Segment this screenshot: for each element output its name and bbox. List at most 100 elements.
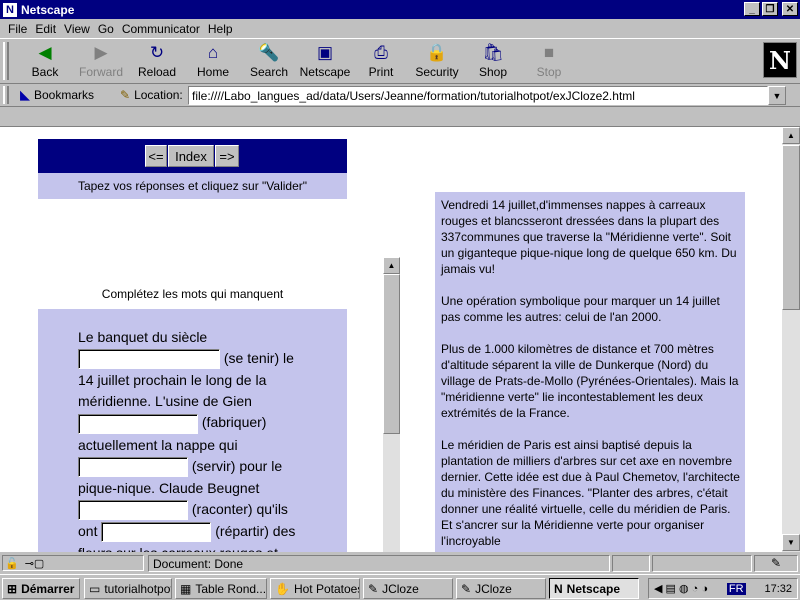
cloze-exercise: Le banquet du siècle (se tenir) le 14 ju… <box>38 309 347 552</box>
gap-input-2[interactable] <box>78 413 198 434</box>
taskbar-item[interactable]: N Netscape <box>549 578 639 599</box>
security-lock-icon[interactable]: 🔓 <box>5 557 19 570</box>
windows-logo-icon: ⊞ <box>7 581 18 596</box>
page-scrollbar[interactable]: ▲ ▼ <box>782 127 800 552</box>
gap-input-5[interactable] <box>101 522 212 543</box>
taskbar-item-label: JCloze <box>475 581 512 596</box>
back-arrow-icon: ◀ <box>38 43 52 62</box>
url-dropdown-button[interactable]: ▼ <box>768 86 786 105</box>
toolbar-grip[interactable] <box>3 42 9 80</box>
previous-button[interactable]: <= <box>145 145 167 167</box>
toolbar-button-label: Back <box>31 65 59 79</box>
scroll-up-button[interactable]: ▲ <box>782 127 800 144</box>
menu-bar: File Edit View Go Communicator Help <box>0 19 800 38</box>
navigation-toolbar: ◀ Back ▶ Forward ↻ Reload ⌂ Home 🔦 Search ▣ Netscap… <box>0 38 800 84</box>
reading-paragraph: Le méridien de Paris est ainsi baptisé d… <box>441 438 740 548</box>
clock: 17:32 <box>764 582 792 595</box>
scroll-down-button[interactable]: ▼ <box>782 534 800 551</box>
status-icons: 🔓 ⊸▢ <box>2 555 144 571</box>
scroll-thumb[interactable] <box>782 145 800 310</box>
toolbar-button-label: Netscape <box>299 65 351 79</box>
lock-icon: 🔒 <box>426 43 448 62</box>
taskbar-item[interactable]: ✎ JCloze <box>363 578 453 599</box>
edit-icon[interactable]: ✎ <box>754 555 798 572</box>
maximize-button[interactable]: ❐ <box>762 2 778 16</box>
close-button[interactable]: ✕ <box>782 2 798 16</box>
print-icon: ⎙ <box>374 43 388 62</box>
system-tray: ◀ ▤ ◍ ◔ ◑ FR 17:32 <box>648 578 798 599</box>
start-label: Démarrer <box>21 581 75 596</box>
taskbar-item-label: Hot Potatoes <box>293 581 360 596</box>
windows-taskbar: ⊞ Démarrer ▭ tutorialhotpot ▦ Table Rond...… <box>0 574 800 600</box>
location-toolbar: ◣ Bookmarks ✎ Location: file:////Labo_la… <box>0 84 800 107</box>
url-field[interactable]: file:////Labo_langues_ad/data/Users/Jean… <box>188 86 768 105</box>
hotpotatoes-icon: ✋ <box>275 581 290 596</box>
title-bar: N Netscape _ ❐ ✕ <box>0 0 800 19</box>
page-proxy-icon[interactable]: ✎ <box>120 88 130 102</box>
bookmarks-label: Bookmarks <box>34 88 95 102</box>
next-button[interactable]: => <box>215 145 239 167</box>
netscape-icon: ▣ <box>316 43 334 62</box>
print-button[interactable]: ⎙ Print <box>354 43 408 81</box>
page-content: <= Index => Tapez vos réponses et clique… <box>0 127 782 552</box>
arrow-up-icon: ▲ <box>787 131 795 140</box>
toolbar-button-label: Stop <box>536 65 562 79</box>
bookmarks-button[interactable]: ◣ Bookmarks <box>20 87 94 103</box>
menu-go[interactable]: Go <box>94 22 118 36</box>
reading-paragraph: Plus de 1.000 kilomètres de distance et … <box>441 342 739 420</box>
exercise-scrollbar[interactable]: ▲ <box>383 257 400 552</box>
menu-file[interactable]: File <box>4 22 31 36</box>
toolbar-button-label: Shop <box>478 65 508 79</box>
exercise-nav-header: <= Index => <box>38 139 347 173</box>
shop-button[interactable]: 🛍 Shop <box>466 43 520 81</box>
stop-button[interactable]: ■ Stop <box>522 43 576 81</box>
status-text: Document: Done <box>148 555 610 572</box>
folder-icon: ▭ <box>89 581 101 596</box>
component-bar[interactable] <box>652 555 752 572</box>
security-button[interactable]: 🔒 Security <box>410 43 464 81</box>
index-button[interactable]: Index <box>168 145 214 167</box>
menu-edit[interactable]: Edit <box>31 22 60 36</box>
menu-view[interactable]: View <box>60 22 94 36</box>
taskbar-item[interactable]: ✎ JCloze <box>456 578 546 599</box>
jcloze-icon: ✎ <box>461 581 472 596</box>
taskbar-item[interactable]: ✋ Hot Potatoes <box>270 578 360 599</box>
netscape-icon: N <box>554 581 563 596</box>
toolbar-button-label: Security <box>415 65 459 79</box>
tray-icons[interactable]: ◀ ▤ ◍ ◔ ◑ <box>654 582 708 595</box>
gap-input-1[interactable] <box>78 349 220 370</box>
search-button[interactable]: 🔦 Search <box>242 43 296 81</box>
netscape-logo[interactable]: N <box>763 42 797 78</box>
taskbar-item-label: Netscape <box>566 581 621 596</box>
location-grip[interactable] <box>3 86 9 104</box>
exercise-prompt: Complétez les mots qui manquent <box>101 287 284 301</box>
home-button[interactable]: ⌂ Home <box>186 43 240 81</box>
scroll-thumb[interactable] <box>383 274 400 434</box>
scroll-up-button[interactable]: ▲ <box>383 257 400 274</box>
taskbar-item-label: tutorialhotpot <box>104 581 172 596</box>
back-button[interactable]: ◀ Back <box>18 43 72 81</box>
taskbar-item-label: JCloze <box>382 581 419 596</box>
forward-button[interactable]: ▶ Forward <box>74 43 128 81</box>
home-icon: ⌂ <box>207 43 219 62</box>
location-label: ✎ Location: <box>120 88 183 102</box>
bookmarks-icon: ◣ <box>20 87 30 102</box>
reload-icon: ↻ <box>149 43 165 62</box>
exercise-text: Le banquet du siècle <box>78 329 208 345</box>
menu-communicator[interactable]: Communicator <box>118 22 204 36</box>
reload-button[interactable]: ↻ Reload <box>130 43 184 81</box>
gap-input-4[interactable] <box>78 500 188 521</box>
arrow-up-icon: ▲ <box>387 261 396 270</box>
taskbar-item[interactable]: ▭ tutorialhotpot <box>84 578 172 599</box>
personal-toolbar <box>0 107 800 127</box>
minimize-button[interactable]: _ <box>744 2 760 16</box>
taskbar-item[interactable]: ▦ Table Rond... <box>175 578 267 599</box>
language-indicator[interactable]: FR <box>726 582 746 595</box>
arrow-down-icon: ▼ <box>787 538 795 547</box>
menu-help[interactable]: Help <box>204 22 237 36</box>
connection-icon: ⊸▢ <box>24 557 45 570</box>
table-icon: ▦ <box>180 581 192 596</box>
gap-input-3[interactable] <box>78 456 188 477</box>
start-button[interactable]: ⊞ Démarrer <box>2 578 80 599</box>
netscape-button[interactable]: ▣ Netscape <box>298 43 352 81</box>
